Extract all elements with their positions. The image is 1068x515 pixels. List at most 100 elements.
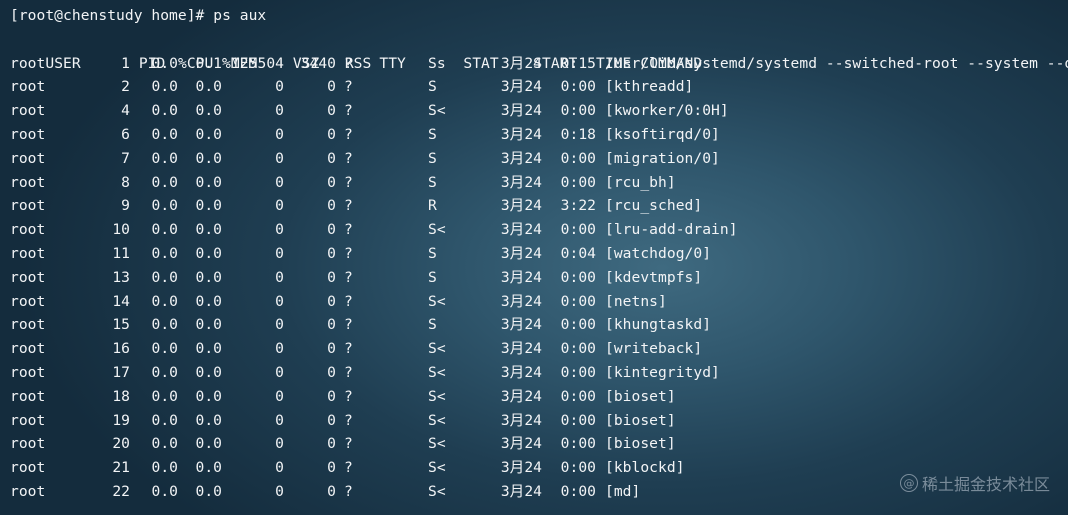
cell-user: root bbox=[10, 316, 46, 334]
cell-rss: 0 bbox=[327, 125, 336, 143]
cell-vsz: 0 bbox=[275, 268, 284, 286]
cell-vsz: 0 bbox=[275, 244, 284, 262]
cell-vsz: 0 bbox=[275, 173, 284, 191]
cell-mem: 0.0 bbox=[195, 482, 222, 500]
process-row: root 13 0.0 0.0 0 0? S 3月24 0:00 [kdevtmpfs] bbox=[10, 266, 1060, 290]
cell-time: 0:00 bbox=[560, 78, 596, 96]
cell-cpu: 0.0 bbox=[151, 435, 178, 453]
process-row: root 16 0.0 0.0 0 0? S< 3月24 0:00 [writeback] bbox=[10, 337, 1060, 361]
cell-tty: ? bbox=[344, 125, 353, 143]
process-row: root 10 0.0 0.0 0 0? S< 3月24 0:00 [lru-add-drain] bbox=[10, 218, 1060, 242]
cell-cpu: 0.0 bbox=[151, 387, 178, 405]
cell-cpu: 0.0 bbox=[151, 482, 178, 500]
cell-vsz: 0 bbox=[275, 411, 284, 429]
cell-command: [bioset] bbox=[605, 435, 676, 453]
cell-time: 3:22 bbox=[560, 197, 596, 215]
cell-rss: 0 bbox=[327, 197, 336, 215]
watermark-text: 稀土掘金技术社区 bbox=[921, 475, 1050, 494]
cell-command: [bioset] bbox=[605, 387, 676, 405]
cell-rss: 0 bbox=[327, 173, 336, 191]
cell-user: root bbox=[10, 173, 46, 191]
cell-rss: 0 bbox=[327, 411, 336, 429]
cell-user: root bbox=[10, 102, 46, 120]
cell-pid: 21 bbox=[112, 459, 130, 477]
cell-command: [lru-add-drain] bbox=[605, 221, 738, 239]
cell-time: 0:00 bbox=[560, 173, 596, 191]
cell-tty: ? bbox=[344, 411, 353, 429]
cell-cpu: 0.0 bbox=[151, 54, 178, 72]
cell-stat: S< bbox=[428, 102, 446, 120]
cell-command: [kblockd] bbox=[605, 459, 685, 477]
watermark: @ 稀土掘金技术社区 bbox=[899, 471, 1050, 495]
cell-pid: 7 bbox=[121, 149, 130, 167]
cell-pid: 4 bbox=[121, 102, 130, 120]
cell-start: 3月24 bbox=[500, 292, 542, 310]
process-row: root 19 0.0 0.0 0 0? S< 3月24 0:00 [bioset] bbox=[10, 409, 1060, 433]
cell-tty: ? bbox=[344, 149, 353, 167]
cell-mem: 0.0 bbox=[195, 459, 222, 477]
cell-mem: 0.0 bbox=[195, 221, 222, 239]
cell-start: 3月24 bbox=[500, 173, 542, 191]
cell-command: [kintegrityd] bbox=[605, 363, 720, 381]
cell-command: [rcu_sched] bbox=[605, 197, 703, 215]
process-table-header: USER PID %CPU %MEM VSZ RSS TTY STAT START TIME COM… bbox=[10, 28, 1060, 72]
cell-pid: 20 bbox=[112, 435, 130, 453]
cell-stat: R bbox=[428, 197, 437, 215]
cell-pid: 13 bbox=[112, 268, 130, 286]
cell-time: 0:00 bbox=[560, 149, 596, 167]
cell-time: 0:00 bbox=[560, 340, 596, 358]
process-row: root 7 0.0 0.0 0 0? S 3月24 0:00 [migration/0] bbox=[10, 147, 1060, 171]
cell-user: root bbox=[10, 435, 46, 453]
cell-tty: ? bbox=[344, 340, 353, 358]
cell-mem: 0.0 bbox=[195, 435, 222, 453]
cell-tty: ? bbox=[344, 173, 353, 191]
cell-command: [kworker/0:0H] bbox=[605, 102, 729, 120]
cell-time: 0:00 bbox=[560, 268, 596, 286]
cell-stat: S bbox=[428, 173, 437, 191]
cell-mem: 0.0 bbox=[195, 244, 222, 262]
cell-stat: Ss bbox=[428, 54, 446, 72]
cell-mem: 0.0 bbox=[195, 411, 222, 429]
cell-tty: ? bbox=[344, 292, 353, 310]
cell-rss: 0 bbox=[327, 149, 336, 167]
cell-vsz: 0 bbox=[275, 125, 284, 143]
cell-vsz: 0 bbox=[275, 197, 284, 215]
cell-stat: S bbox=[428, 149, 437, 167]
process-row: root 17 0.0 0.0 0 0? S< 3月24 0:00 [kintegrityd] bbox=[10, 361, 1060, 385]
cell-command: [kdevtmpfs] bbox=[605, 268, 703, 286]
cell-vsz: 0 bbox=[275, 78, 284, 96]
cell-vsz: 0 bbox=[275, 482, 284, 500]
cell-pid: 22 bbox=[112, 482, 130, 500]
cell-stat: S< bbox=[428, 221, 446, 239]
terminal-window[interactable]: [root@chenstudy home]# ps aux USER PID %CP… bbox=[10, 4, 1068, 504]
process-row: root 18 0.0 0.0 0 0? S< 3月24 0:00 [bioset] bbox=[10, 385, 1060, 409]
process-row: root 8 0.0 0.0 0 0? S 3月24 0:00 [rcu_bh] bbox=[10, 171, 1060, 195]
cell-cpu: 0.0 bbox=[151, 316, 178, 334]
cell-time: 0:00 bbox=[560, 292, 596, 310]
cell-cpu: 0.0 bbox=[151, 102, 178, 120]
cell-user: root bbox=[10, 125, 46, 143]
cell-command: [netns] bbox=[605, 292, 667, 310]
cell-start: 3月24 bbox=[500, 340, 542, 358]
cell-pid: 2 bbox=[121, 78, 130, 96]
cell-time: 0:00 bbox=[560, 221, 596, 239]
cell-tty: ? bbox=[344, 316, 353, 334]
cell-start: 3月24 bbox=[500, 54, 542, 72]
process-row: root 6 0.0 0.0 0 0? S 3月24 0:18 [ksoftirqd/0] bbox=[10, 123, 1060, 147]
cell-pid: 16 bbox=[112, 340, 130, 358]
cell-user: root bbox=[10, 482, 46, 500]
cell-pid: 8 bbox=[121, 173, 130, 191]
cell-stat: S< bbox=[428, 459, 446, 477]
cell-start: 3月24 bbox=[500, 102, 542, 120]
cell-start: 3月24 bbox=[500, 149, 542, 167]
cell-user: root bbox=[10, 268, 46, 286]
cell-tty: ? bbox=[344, 221, 353, 239]
cell-command: [bioset] bbox=[605, 411, 676, 429]
cell-rss: 0 bbox=[327, 221, 336, 239]
cell-user: root bbox=[10, 363, 46, 381]
cell-cpu: 0.0 bbox=[151, 292, 178, 310]
cell-pid: 9 bbox=[121, 197, 130, 215]
cell-pid: 19 bbox=[112, 411, 130, 429]
cell-cpu: 0.0 bbox=[151, 125, 178, 143]
at-sign-icon: @ bbox=[899, 474, 918, 492]
